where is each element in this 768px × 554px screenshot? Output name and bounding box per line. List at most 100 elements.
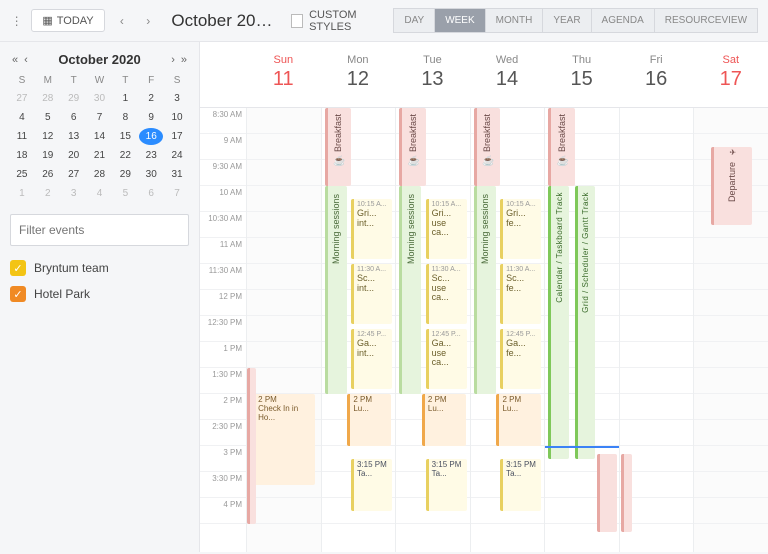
event-block[interactable] <box>247 368 256 524</box>
mini-day[interactable]: 1 <box>10 185 34 202</box>
mini-day[interactable]: 8 <box>113 109 137 126</box>
event-session[interactable]: 12:45 P...Ga... use ca... <box>426 329 467 389</box>
mini-day[interactable]: 27 <box>62 166 86 183</box>
mini-day[interactable]: 30 <box>139 166 163 183</box>
tab-resourceview[interactable]: RESOURCEVIEW <box>655 8 758 33</box>
mini-day[interactable]: 30 <box>88 90 112 107</box>
menu-icon[interactable]: ⋮ <box>10 14 23 28</box>
event-morning[interactable]: Morning sessions <box>399 186 421 394</box>
mini-day[interactable]: 25 <box>10 166 34 183</box>
mini-day[interactable]: 27 <box>10 90 34 107</box>
prev-button[interactable]: ‹ <box>113 10 131 32</box>
mini-next-month-icon[interactable]: › <box>169 54 177 66</box>
tab-day[interactable]: DAY <box>393 8 435 33</box>
event-breakfast[interactable]: Breakfast☕ <box>399 108 425 186</box>
mini-day[interactable]: 4 <box>88 185 112 202</box>
event-lunch[interactable]: 2 PMLu... <box>422 394 466 446</box>
mini-day[interactable]: 31 <box>165 166 189 183</box>
mini-day[interactable]: 2 <box>139 90 163 107</box>
day-header[interactable]: Mon12 <box>321 42 396 107</box>
event-lunch[interactable]: 2 PMLu... <box>347 394 391 446</box>
mini-cal-title[interactable]: October 2020 <box>58 52 140 67</box>
mini-day[interactable]: 16 <box>139 128 163 145</box>
mini-day[interactable]: 6 <box>62 109 86 126</box>
event-departure[interactable]: ✈Departure <box>711 147 752 225</box>
mini-day[interactable]: 20 <box>62 147 86 164</box>
mini-day[interactable]: 10 <box>165 109 189 126</box>
day-column[interactable] <box>619 108 694 552</box>
mini-day[interactable]: 5 <box>113 185 137 202</box>
event-talk[interactable]: 3:15 PMTa... <box>426 459 467 511</box>
day-header[interactable]: Tue13 <box>395 42 470 107</box>
event-morning[interactable]: Morning sessions <box>325 186 347 394</box>
mini-day[interactable]: 3 <box>165 90 189 107</box>
day-header[interactable]: Fri16 <box>619 42 694 107</box>
grid-body[interactable]: 8:30 AM9 AM9:30 AM10 AM10:30 AM11 AM11:3… <box>200 108 768 552</box>
mini-day[interactable]: 17 <box>165 128 189 145</box>
filter-input[interactable] <box>10 214 189 246</box>
mini-day[interactable]: 7 <box>165 185 189 202</box>
tab-year[interactable]: YEAR <box>543 8 591 33</box>
mini-day[interactable]: 5 <box>36 109 60 126</box>
day-column[interactable]: ✈Departure <box>693 108 768 552</box>
event-session[interactable]: 11:30 A...Sc... int... <box>351 264 392 324</box>
mini-day[interactable]: 14 <box>88 128 112 145</box>
mini-day[interactable]: 29 <box>113 166 137 183</box>
mini-day[interactable]: 18 <box>10 147 34 164</box>
event-session[interactable]: 10:15 A...Gri... int... <box>351 199 392 259</box>
mini-next-year-icon[interactable]: » <box>179 54 189 66</box>
event-breakfast[interactable]: Breakfast☕ <box>325 108 351 186</box>
event-session[interactable]: 12:45 P...Ga... int... <box>351 329 392 389</box>
event-checkin[interactable]: 2 PMCheck In in Ho... <box>252 394 315 485</box>
mini-day[interactable]: 11 <box>10 128 34 145</box>
mini-day[interactable]: 3 <box>62 185 86 202</box>
event-morning[interactable]: Morning sessions <box>474 186 496 394</box>
event-track[interactable]: Grid / Scheduler / Gantt Track <box>575 186 596 459</box>
event-session[interactable]: 10:15 A...Gri... fe... <box>500 199 541 259</box>
event-session[interactable]: 10:15 A...Gri... use ca... <box>426 199 467 259</box>
mini-day[interactable]: 21 <box>88 147 112 164</box>
day-header[interactable]: Wed14 <box>470 42 545 107</box>
event-block[interactable] <box>621 454 631 532</box>
mini-prev-year-icon[interactable]: « <box>10 54 20 66</box>
tab-agenda[interactable]: AGENDA <box>592 8 655 33</box>
event-track[interactable]: Calendar / Taskboard Track <box>548 186 569 459</box>
resource-item[interactable]: ✓Hotel Park <box>10 286 189 302</box>
event-session[interactable]: 12:45 P...Ga... fe... <box>500 329 541 389</box>
mini-day[interactable]: 6 <box>139 185 163 202</box>
mini-day[interactable]: 4 <box>10 109 34 126</box>
mini-day[interactable]: 12 <box>36 128 60 145</box>
tab-week[interactable]: WEEK <box>435 8 485 33</box>
mini-day[interactable]: 24 <box>165 147 189 164</box>
mini-day[interactable]: 29 <box>62 90 86 107</box>
event-talk[interactable]: 3:15 PMTa... <box>351 459 392 511</box>
resource-item[interactable]: ✓Bryntum team <box>10 260 189 276</box>
next-button[interactable]: › <box>139 10 157 32</box>
mini-day[interactable]: 23 <box>139 147 163 164</box>
mini-day[interactable]: 26 <box>36 166 60 183</box>
mini-day[interactable]: 28 <box>88 166 112 183</box>
event-breakfast[interactable]: Breakfast☕ <box>474 108 500 186</box>
event-session[interactable]: 11:30 A...Sc... fe... <box>500 264 541 324</box>
page-title[interactable]: October 2020 ... <box>171 11 273 31</box>
mini-prev-month-icon[interactable]: ‹ <box>22 54 30 66</box>
mini-day[interactable]: 7 <box>88 109 112 126</box>
day-header[interactable]: Thu15 <box>544 42 619 107</box>
mini-day[interactable]: 15 <box>113 128 137 145</box>
event-session[interactable]: 11:30 A...Sc... use ca... <box>426 264 467 324</box>
mini-day[interactable]: 22 <box>113 147 137 164</box>
tab-month[interactable]: MONTH <box>486 8 544 33</box>
day-column[interactable]: Breakfast☕Morning sessions10:15 A...Gri.… <box>321 108 396 552</box>
today-button[interactable]: ▦ TODAY <box>31 9 104 32</box>
mini-day[interactable]: 13 <box>62 128 86 145</box>
day-column[interactable]: 2 PMCheck In in Ho... <box>246 108 321 552</box>
mini-day[interactable]: 28 <box>36 90 60 107</box>
day-header[interactable]: Sat17 <box>693 42 768 107</box>
day-header[interactable]: Sun11 <box>246 42 321 107</box>
mini-day[interactable]: 1 <box>113 90 137 107</box>
mini-day[interactable]: 9 <box>139 109 163 126</box>
custom-styles-toggle[interactable]: CUSTOM STYLES <box>291 9 385 33</box>
event-block[interactable] <box>597 454 618 532</box>
day-column[interactable]: Breakfast☕Calendar / Taskboard TrackGrid… <box>544 108 619 552</box>
mini-day[interactable]: 19 <box>36 147 60 164</box>
